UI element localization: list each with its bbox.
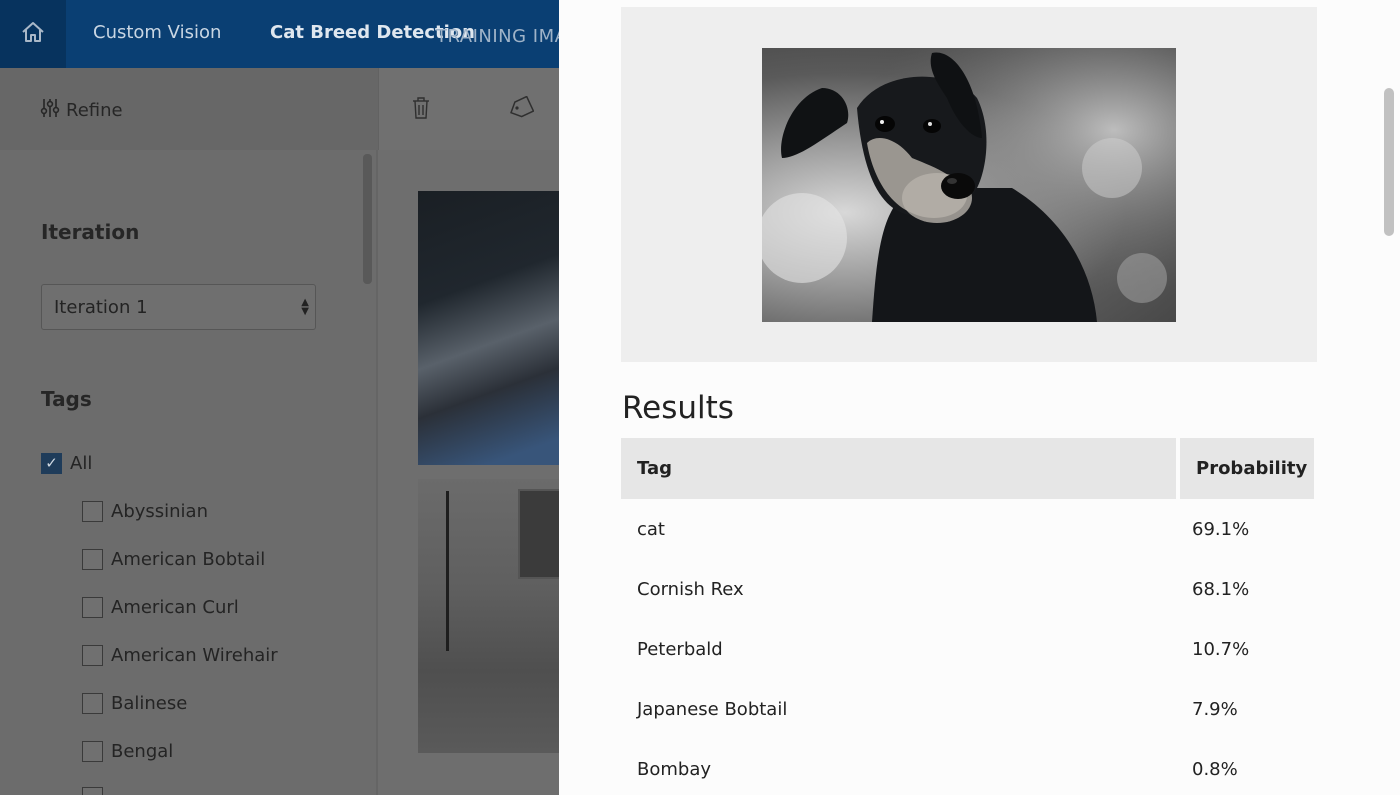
probability-cell: 68.1% <box>1192 578 1250 600</box>
tag-filter-american-curl[interactable]: American Curl <box>82 597 239 618</box>
tag-icon[interactable] <box>508 95 535 124</box>
tags-heading: Tags <box>41 387 92 411</box>
sidebar-scrollbar[interactable] <box>363 154 372 284</box>
thumbnail-detail <box>518 489 560 579</box>
panel-scrollbar[interactable] <box>1384 88 1394 236</box>
tag-filter-label: American Bobtail <box>111 549 266 570</box>
checkbox[interactable] <box>82 645 103 666</box>
probability-cell: 69.1% <box>1192 518 1250 540</box>
tag-cell: Bombay <box>637 758 712 780</box>
probability-cell: 0.8% <box>1192 758 1238 780</box>
tag-filter-balinese[interactable]: Balinese <box>82 693 187 714</box>
checkbox[interactable] <box>82 549 103 570</box>
sidebar-divider <box>376 150 378 795</box>
sliders-icon <box>40 98 60 123</box>
iteration-select-value: Iteration 1 <box>54 296 148 318</box>
checkbox[interactable] <box>82 741 103 762</box>
tag-cell: Japanese Bobtail <box>637 698 788 720</box>
iteration-select[interactable]: Iteration 1 ▲ ▼ <box>41 284 316 330</box>
tag-cell: Cornish Rex <box>637 578 744 600</box>
refine-button[interactable]: Refine <box>40 98 123 123</box>
select-arrows-icon: ▲ ▼ <box>301 297 309 317</box>
tag-filter-label: Bengal <box>111 741 174 762</box>
checkbox[interactable] <box>82 501 103 522</box>
table-header-row: Tag Probability <box>621 438 1314 499</box>
home-icon <box>20 20 46 48</box>
tag-filter-label: American Curl <box>111 597 239 618</box>
training-image-thumbnail[interactable] <box>418 479 560 753</box>
trash-icon[interactable] <box>412 96 430 124</box>
tag-filter-abyssinian[interactable]: Abyssinian <box>82 501 208 522</box>
home-button[interactable] <box>0 0 66 68</box>
tag-filter-all[interactable]: ✓ All <box>41 453 92 474</box>
checkbox[interactable] <box>82 787 103 795</box>
checkbox[interactable] <box>82 693 103 714</box>
table-row: Bombay 0.8% <box>621 739 1314 795</box>
tag-cell: Peterbald <box>637 638 723 660</box>
tag-filter-american-bobtail[interactable]: American Bobtail <box>82 549 265 570</box>
table-row: Peterbald 10.7% <box>621 619 1314 679</box>
table-row: cat 69.1% <box>621 499 1314 559</box>
probability-cell: 7.9% <box>1192 698 1238 720</box>
tag-filter-bengal[interactable]: Bengal <box>82 741 173 762</box>
tag-filter-label: Abyssinian <box>111 501 208 522</box>
uploaded-image-area <box>621 7 1317 362</box>
results-table: Tag Probability cat 69.1% Cornish Rex 68… <box>621 438 1314 795</box>
tag-filter-partial[interactable] <box>82 787 103 795</box>
tag-filter-american-wirehair[interactable]: American Wirehair <box>82 645 278 666</box>
prediction-results-panel: Results Tag Probability cat 69.1% Cornis… <box>559 0 1400 795</box>
checkbox-checked[interactable]: ✓ <box>41 453 62 474</box>
column-header-probability[interactable]: Probability <box>1176 438 1314 499</box>
uploaded-dog-photo <box>762 48 1176 322</box>
iteration-heading: Iteration <box>41 220 140 244</box>
thumbnail-detail <box>446 491 449 651</box>
tag-filter-label: All <box>70 453 93 474</box>
app-name-link[interactable]: Custom Vision <box>93 22 221 43</box>
results-title: Results <box>622 390 734 426</box>
training-image-thumbnail[interactable] <box>418 191 560 465</box>
table-row: Japanese Bobtail 7.9% <box>621 679 1314 739</box>
tag-filter-label: Balinese <box>111 693 188 714</box>
training-images-tab[interactable]: TRAINING IMA <box>436 26 567 47</box>
probability-cell: 10.7% <box>1192 638 1250 660</box>
refine-label: Refine <box>66 100 123 121</box>
tag-cell: cat <box>637 518 665 540</box>
tag-filter-label: American Wirehair <box>111 645 278 666</box>
column-header-tag[interactable]: Tag <box>621 438 1176 499</box>
table-row: Cornish Rex 68.1% <box>621 559 1314 619</box>
checkbox[interactable] <box>82 597 103 618</box>
